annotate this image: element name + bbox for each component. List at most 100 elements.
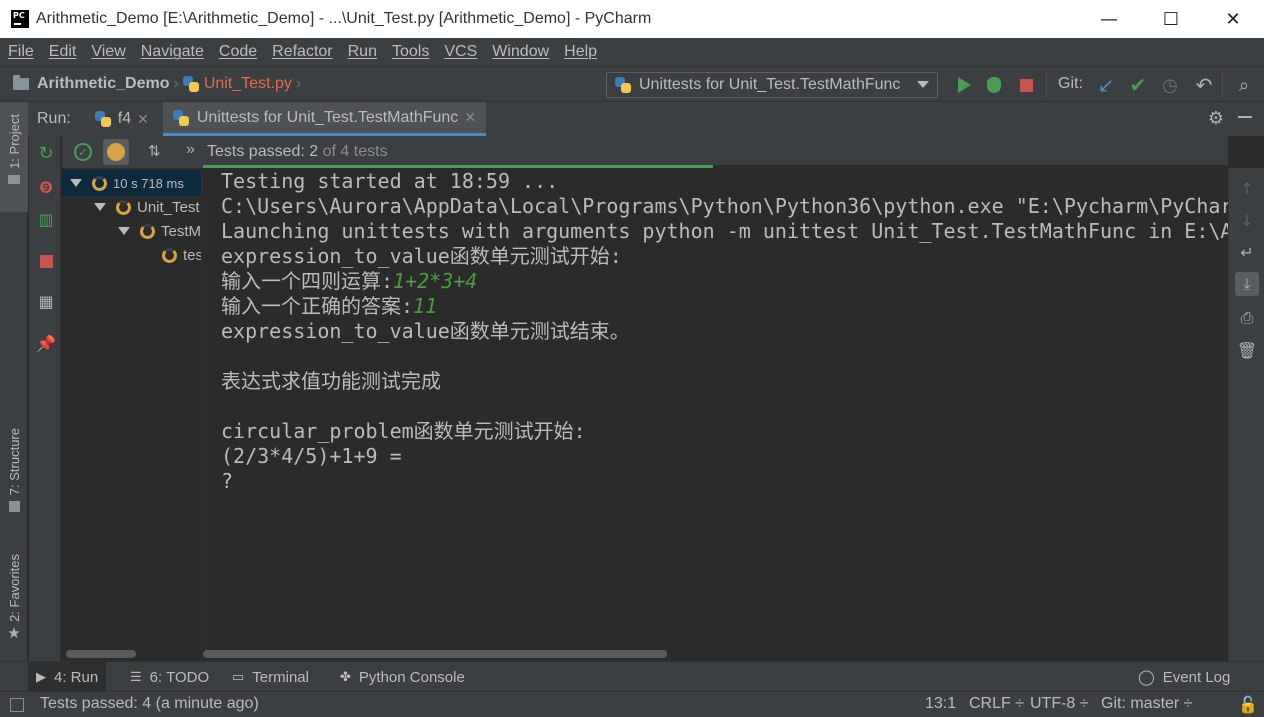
tree-row-module[interactable]: Unit_Test bbox=[94, 194, 200, 220]
console-line: Launching unittests with arguments pytho… bbox=[221, 219, 1228, 243]
sort-button[interactable]: ⇅ bbox=[148, 142, 161, 160]
rerun-button[interactable]: ↻ bbox=[37, 142, 55, 164]
git-update-button[interactable]: ↙ bbox=[1096, 75, 1116, 97]
tree-horizontal-scrollbar[interactable] bbox=[66, 650, 136, 658]
running-spinner-icon bbox=[140, 223, 155, 239]
speech-bubble-icon: ◯ bbox=[1138, 669, 1155, 686]
console-line: ? bbox=[221, 469, 234, 493]
structure-tool-button[interactable]: 7: Structure bbox=[0, 428, 28, 513]
lock-icon[interactable]: 🔓 bbox=[1238, 695, 1258, 715]
tree-row-test[interactable]: test bbox=[162, 242, 201, 268]
layout-button[interactable]: ▦ bbox=[37, 291, 55, 311]
print-icon: ⎙ bbox=[1240, 308, 1254, 327]
layout-icon: ▦ bbox=[38, 291, 54, 311]
gear-icon[interactable]: ⚙ bbox=[1208, 108, 1224, 129]
maximize-button[interactable]: ☐ bbox=[1140, 0, 1202, 38]
console-user-input: 1+2*3+4 bbox=[393, 269, 478, 293]
caret-position[interactable]: 13:1 bbox=[925, 695, 956, 713]
console-user-input: 11 bbox=[413, 294, 438, 318]
git-commit-button[interactable]: ✔ bbox=[1128, 74, 1148, 97]
python-console-icon: ✤ bbox=[340, 669, 351, 684]
tree-class-label: TestMathFunc bbox=[161, 222, 202, 240]
expand-icon[interactable] bbox=[94, 203, 106, 211]
breadcrumb-separator-icon: › bbox=[295, 75, 302, 92]
expand-icon[interactable] bbox=[118, 227, 130, 235]
breadcrumb-project[interactable]: Arithmetic_Demo bbox=[37, 75, 169, 93]
tree-row-root[interactable]: 10 s 718 ms bbox=[62, 170, 201, 196]
menu-view[interactable]: View bbox=[91, 43, 125, 61]
checkmark-icon: ✔ bbox=[1129, 74, 1147, 97]
status-message[interactable]: Tests passed: 4 (a minute ago) bbox=[40, 695, 259, 713]
hide-panel-icon[interactable] bbox=[1238, 116, 1252, 118]
soft-wrap-button[interactable]: ↵ bbox=[1237, 242, 1257, 262]
menu-refactor[interactable]: Refactor bbox=[272, 43, 332, 61]
breadcrumb-file[interactable]: Unit_Test.py bbox=[204, 75, 292, 93]
toggle-tool-windows-icon[interactable] bbox=[10, 698, 24, 712]
tab-todo[interactable]: ☰ 6: TODO bbox=[122, 662, 217, 692]
menu-window[interactable]: Window bbox=[492, 43, 549, 61]
rerun-failed-button[interactable]: ❾ bbox=[37, 178, 55, 197]
menu-vcs[interactable]: VCS bbox=[444, 43, 477, 61]
menu-help[interactable]: Help bbox=[564, 43, 597, 61]
tab-event-log[interactable]: ◯ Event Log bbox=[1130, 662, 1238, 692]
test-tree-toolbar: ✓ ⇅ » Tests passed: 2 of 4 tests bbox=[62, 136, 1228, 168]
running-spinner-icon bbox=[116, 199, 131, 215]
tab-run[interactable]: ▶ 4: Run bbox=[28, 662, 107, 692]
rerun-icon: ↻ bbox=[38, 142, 54, 164]
menu-tools[interactable]: Tools bbox=[392, 43, 429, 61]
menu-navigate[interactable]: Navigate bbox=[141, 43, 204, 61]
run-tab-f4[interactable]: f4 ✕ bbox=[85, 102, 159, 136]
minimize-button[interactable]: — bbox=[1078, 0, 1140, 38]
run-tab-unittests[interactable]: Unittests for Unit_Test.TestMathFunc ✕ bbox=[162, 102, 487, 136]
show-ignored-button[interactable] bbox=[103, 139, 129, 165]
stop-button[interactable] bbox=[1016, 75, 1036, 95]
git-rollback-button[interactable]: ↶ bbox=[1194, 75, 1214, 97]
console-side-toolbar: ↑ ↓ ↵ ⤓ ⎙ 🗑 bbox=[1228, 168, 1264, 661]
tree-row-class[interactable]: TestMathFunc bbox=[118, 218, 202, 244]
pin-tab-button[interactable]: 📌 bbox=[36, 333, 56, 353]
trash-icon: 🗑 bbox=[1236, 340, 1258, 360]
menu-edit[interactable]: Edit bbox=[49, 43, 77, 61]
scroll-to-end-button[interactable]: ⤓ bbox=[1235, 272, 1259, 296]
git-history-button[interactable]: ◷ bbox=[1160, 75, 1180, 95]
run-configuration-select[interactable]: Unittests for Unit_Test.TestMathFunc bbox=[606, 72, 938, 98]
tree-root-time: 10 s 718 ms bbox=[113, 175, 184, 191]
menu-run[interactable]: Run bbox=[348, 43, 377, 61]
menu-file[interactable]: File bbox=[8, 43, 34, 61]
console-line: circular_problem函数单元测试开始: bbox=[221, 419, 586, 443]
title-bar: PC Arithmetic_Demo [E:\Arithmetic_Demo] … bbox=[0, 0, 1264, 38]
tab-terminal[interactable]: ▭ Terminal bbox=[224, 662, 317, 692]
menu-code[interactable]: Code bbox=[219, 43, 257, 61]
tab-python-console[interactable]: ✤ Python Console bbox=[332, 662, 473, 692]
tests-status: Tests passed: 2 of 4 tests bbox=[207, 143, 388, 160]
close-tab-icon[interactable]: ✕ bbox=[137, 111, 149, 128]
expand-icon[interactable] bbox=[70, 179, 82, 187]
folder-icon bbox=[8, 174, 20, 184]
file-encoding-select[interactable]: UTF-8 ÷ bbox=[1030, 695, 1089, 713]
show-passed-button[interactable]: ✓ bbox=[74, 143, 92, 161]
down-stack-button[interactable]: ↓ bbox=[1237, 210, 1257, 230]
git-branch-select[interactable]: Git: master ÷ bbox=[1101, 695, 1192, 713]
project-tool-button[interactable]: 1: Project bbox=[0, 102, 28, 212]
stop-button[interactable] bbox=[37, 252, 55, 270]
favorites-tool-button[interactable]: 2: Favorites ★ bbox=[0, 554, 28, 642]
debug-button[interactable] bbox=[984, 75, 1004, 95]
search-everywhere-button[interactable]: ⌕ bbox=[1234, 75, 1254, 95]
close-tab-icon[interactable]: ✕ bbox=[464, 109, 476, 126]
run-tab-label: f4 bbox=[117, 110, 132, 127]
line-separator-select[interactable]: CRLF ÷ bbox=[969, 695, 1024, 713]
more-button[interactable]: » bbox=[186, 141, 195, 159]
console-horizontal-scrollbar[interactable] bbox=[203, 650, 667, 658]
clock-icon: ◷ bbox=[1162, 74, 1178, 95]
sort-icon: ⇅ bbox=[148, 143, 161, 160]
console-output[interactable]: Testing started at 18:59 ... C:\Users\Au… bbox=[203, 168, 1228, 661]
arrow-up-icon: ↑ bbox=[1240, 178, 1254, 198]
running-spinner-icon bbox=[92, 175, 107, 191]
clear-all-button[interactable]: 🗑 bbox=[1237, 340, 1257, 360]
print-button[interactable]: ⎙ bbox=[1237, 308, 1257, 328]
pin-icon: 📌 bbox=[36, 333, 56, 353]
close-button[interactable]: ✕ bbox=[1202, 0, 1264, 38]
up-stack-button[interactable]: ↑ bbox=[1237, 178, 1257, 198]
run-button[interactable] bbox=[954, 75, 974, 95]
toggle-auto-test-button[interactable]: ▥ bbox=[37, 210, 55, 229]
